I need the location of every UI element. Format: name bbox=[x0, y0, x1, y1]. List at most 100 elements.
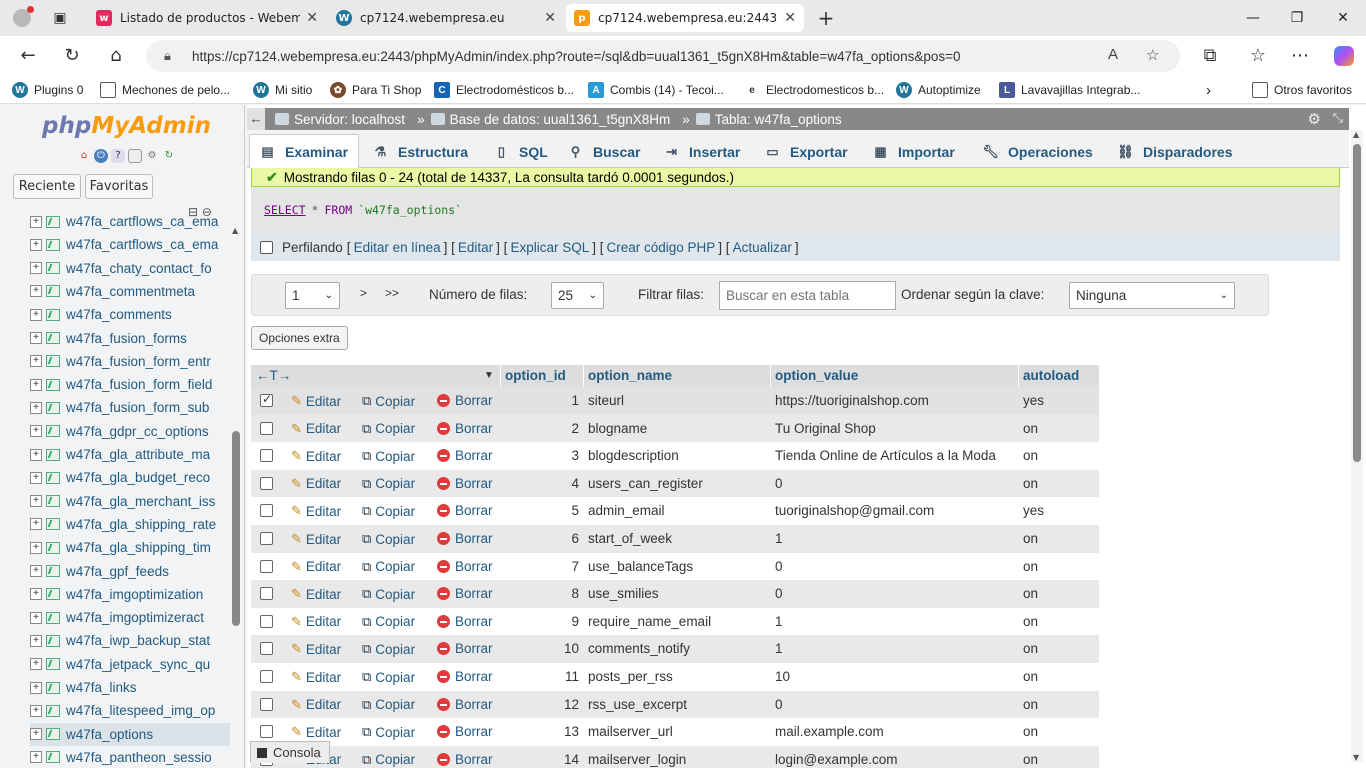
home-icon[interactable]: ⌂ bbox=[77, 149, 91, 163]
edit-row-button[interactable]: ✎Editar bbox=[291, 559, 341, 575]
last-page-button[interactable]: >> bbox=[385, 286, 399, 300]
expand-plus-icon[interactable]: + bbox=[30, 215, 42, 228]
cell-option-value[interactable]: 0 bbox=[775, 559, 783, 574]
edit-row-button[interactable]: ✎Editar bbox=[291, 393, 341, 409]
sidebar-table-label[interactable]: w47fa_fusion_form_sub bbox=[66, 400, 209, 415]
sidebar-table-item[interactable]: + w47fa_imgoptimizeract bbox=[30, 606, 230, 629]
cell-option-value[interactable]: 1 bbox=[775, 531, 783, 546]
table-row[interactable]: ✎ Editar ⧉ Copiar Borrar 3 blogdescription Tien… bbox=[251, 442, 1099, 471]
cell-autoload[interactable]: yes bbox=[1023, 393, 1044, 408]
delete-row-button[interactable]: Borrar bbox=[437, 531, 493, 546]
cell-autoload[interactable]: on bbox=[1023, 614, 1038, 629]
expand-plus-icon[interactable]: + bbox=[30, 728, 42, 741]
cell-option-value[interactable]: tuoriginalshop@gmail.com bbox=[775, 503, 934, 518]
column-option-value[interactable]: option_value bbox=[775, 368, 858, 383]
sidebar-table-item[interactable]: + w47fa_gla_merchant_iss bbox=[30, 490, 230, 513]
row-checkbox[interactable] bbox=[260, 642, 273, 656]
row-checkbox[interactable] bbox=[260, 392, 273, 407]
minimize-icon[interactable]: — bbox=[1230, 6, 1276, 30]
sidebar-table-item[interactable]: + w47fa_gla_shipping_rate bbox=[30, 513, 230, 536]
cell-option-name[interactable]: mailserver_url bbox=[588, 724, 673, 739]
row-checkbox[interactable] bbox=[260, 421, 273, 435]
table-row[interactable]: ✎ Editar ⧉ Copiar Borrar 4 users_can_register 0… bbox=[251, 469, 1099, 498]
sidebar-table-label[interactable]: w47fa_gla_shipping_rate bbox=[66, 517, 216, 532]
tab-phpmyadmin[interactable]: p cp7124.webempresa.eu:2443 / loc ✕ bbox=[566, 4, 804, 32]
cell-option-name[interactable]: mailserver_login bbox=[588, 752, 686, 767]
bookmark-item[interactable]: ✿ Para Ti Shop bbox=[330, 80, 421, 100]
cell-option-id[interactable]: 8 bbox=[549, 586, 579, 601]
inline-edit-link[interactable]: Editar en línea bbox=[354, 240, 441, 255]
delete-row-button[interactable]: Borrar bbox=[437, 448, 493, 463]
cell-option-id[interactable]: 14 bbox=[549, 752, 579, 767]
expand-plus-icon[interactable]: + bbox=[30, 262, 42, 275]
expand-plus-icon[interactable]: + bbox=[30, 401, 42, 414]
expand-plus-icon[interactable]: + bbox=[30, 634, 42, 647]
new-tab-icon[interactable]: + bbox=[814, 6, 838, 30]
cell-option-value[interactable]: 0 bbox=[775, 476, 783, 491]
delete-row-button[interactable]: Borrar bbox=[437, 393, 493, 408]
sidebar-table-label[interactable]: w47fa_litespeed_img_op bbox=[66, 703, 215, 718]
copy-row-button[interactable]: ⧉ Copiar bbox=[362, 669, 415, 685]
cell-option-id[interactable]: 11 bbox=[549, 669, 579, 684]
profiling-checkbox[interactable] bbox=[260, 240, 273, 254]
read-aloud-icon[interactable]: A bbox=[1108, 46, 1118, 63]
delete-row-button[interactable]: Borrar bbox=[437, 697, 493, 712]
delete-row-button[interactable]: Borrar bbox=[437, 724, 493, 739]
tab-actions-icon[interactable]: ▣ bbox=[48, 6, 72, 30]
row-checkbox[interactable] bbox=[260, 559, 273, 573]
sidebar-table-label[interactable]: w47fa_gdpr_cc_options bbox=[66, 424, 209, 439]
sidebar-table-item[interactable]: + w47fa_pantheon_sessio bbox=[30, 746, 230, 768]
delete-row-button[interactable]: Borrar bbox=[437, 641, 493, 656]
delete-row-button[interactable]: Borrar bbox=[437, 503, 493, 518]
sidebar-table-label[interactable]: w47fa_gla_attribute_ma bbox=[66, 447, 210, 462]
copy-row-button[interactable]: ⧉ Copiar bbox=[362, 752, 415, 768]
explain-sql-link[interactable]: Explicar SQL bbox=[510, 240, 589, 255]
expand-plus-icon[interactable]: + bbox=[30, 471, 42, 484]
table-row[interactable]: ✎ Editar ⧉ Copiar Borrar 5 admin_email tuorigin… bbox=[251, 497, 1099, 526]
sidebar-table-item[interactable]: + w47fa_gpf_feeds bbox=[30, 560, 230, 583]
sidebar-table-label[interactable]: w47fa_imgoptimizeract bbox=[66, 610, 204, 625]
expand-plus-icon[interactable]: + bbox=[30, 308, 42, 321]
cell-option-name[interactable]: blogdescription bbox=[588, 448, 679, 463]
row-checkbox[interactable] bbox=[260, 504, 273, 518]
cell-autoload[interactable]: on bbox=[1023, 448, 1038, 463]
tab-estructura[interactable]: ⚗ Estructura bbox=[362, 134, 479, 168]
favorite-star-icon[interactable]: ☆ bbox=[1146, 46, 1159, 64]
sidebar-table-item[interactable]: + w47fa_fusion_form_entr bbox=[30, 350, 230, 373]
sidebar-table-label[interactable]: w47fa_comments bbox=[66, 307, 172, 322]
sql-query-box[interactable]: SELECT * FROM `w47fa_options` bbox=[251, 187, 1340, 233]
tab-buscar[interactable]: ⚲ Buscar bbox=[557, 134, 651, 168]
recent-tables-button[interactable]: Reciente bbox=[13, 174, 81, 199]
edit-row-button[interactable]: ✎Editar bbox=[291, 476, 341, 492]
table-row[interactable]: ✎ Editar ⧉ Copiar Borrar 7 use_balanceTags 0 on bbox=[251, 552, 1099, 581]
expand-plus-icon[interactable]: + bbox=[30, 238, 42, 251]
column-option-name[interactable]: option_name bbox=[588, 368, 672, 383]
home-icon[interactable]: ⌂ bbox=[104, 44, 128, 68]
sidebar-table-item[interactable]: + w47fa_comments bbox=[30, 303, 230, 326]
cell-autoload[interactable]: on bbox=[1023, 421, 1038, 436]
settings-gear-icon[interactable]: ⚙ bbox=[1308, 110, 1321, 128]
refresh-link[interactable]: Actualizar bbox=[733, 240, 792, 255]
profile-avatar-icon[interactable] bbox=[10, 6, 34, 30]
phpmyadmin-logo[interactable]: phpMyAdmin bbox=[42, 113, 211, 139]
bookmark-item[interactable]: A Combis (14) - Tecoi... bbox=[588, 80, 724, 100]
cell-autoload[interactable]: on bbox=[1023, 669, 1038, 684]
reload-icon[interactable]: ↻ bbox=[60, 44, 84, 68]
bookmark-item[interactable]: e Electrodomesticos b... bbox=[744, 80, 884, 100]
edit-row-button[interactable]: ✎Editar bbox=[291, 669, 341, 685]
bookmark-item[interactable]: W Plugins 0 bbox=[12, 80, 83, 100]
delete-row-button[interactable]: Borrar bbox=[437, 586, 493, 601]
table-row[interactable]: ✎Editar ⧉Copiar Borrar 1 siteurl https://tuor… bbox=[251, 387, 1099, 415]
next-page-button[interactable]: > bbox=[360, 286, 367, 300]
delete-row-button[interactable]: Borrar bbox=[437, 559, 493, 574]
expand-plus-icon[interactable]: + bbox=[30, 704, 42, 717]
cell-autoload[interactable]: on bbox=[1023, 752, 1038, 767]
logout-icon[interactable]: ⏻ bbox=[94, 149, 108, 163]
more-menu-icon[interactable]: ⋯ bbox=[1288, 44, 1312, 68]
table-row[interactable]: ✎ Editar ⧉ Copiar Borrar 2 blogname Tu Original… bbox=[251, 414, 1099, 443]
sidebar-table-item[interactable]: + w47fa_links bbox=[30, 676, 230, 699]
cell-option-value[interactable]: https://tuoriginalshop.com bbox=[775, 393, 929, 408]
sidebar-table-label[interactable]: w47fa_options bbox=[66, 727, 153, 742]
cell-option-value[interactable]: mail.example.com bbox=[775, 724, 884, 739]
copy-row-button[interactable]: ⧉ Copiar bbox=[362, 724, 415, 740]
